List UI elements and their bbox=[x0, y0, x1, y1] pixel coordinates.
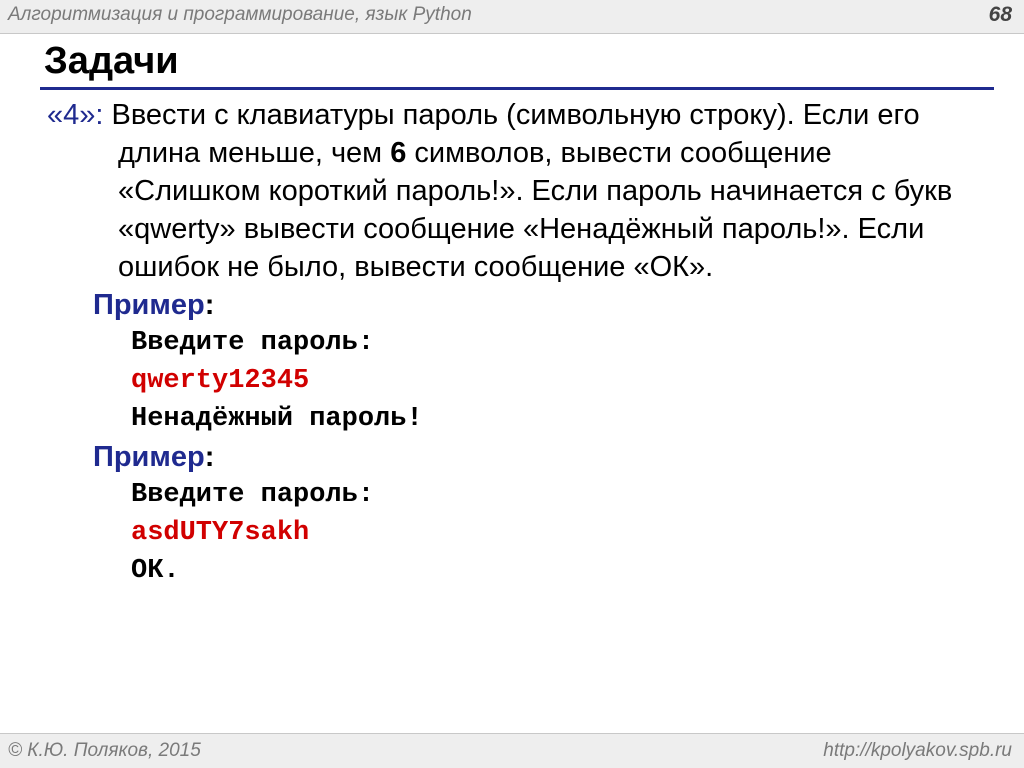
slide-content: «4»: Ввести с клавиатуры пароль (символь… bbox=[47, 96, 977, 590]
example-prompt-2: Введите пароль: bbox=[131, 480, 375, 510]
task-label: «4»: bbox=[47, 99, 104, 131]
example-heading-2: Пример: bbox=[93, 438, 977, 476]
title-divider bbox=[40, 87, 994, 90]
example-colon: : bbox=[204, 441, 215, 473]
page-title: Задачи bbox=[44, 40, 179, 82]
course-title: Алгоритмизация и программирование, язык … bbox=[8, 4, 472, 25]
task-number: 6 bbox=[390, 137, 407, 169]
header-bar: Алгоритмизация и программирование, язык … bbox=[0, 0, 1024, 34]
footer-author: © К.Ю. Поляков, 2015 bbox=[8, 740, 201, 761]
example-output-2: ОК. bbox=[131, 556, 180, 586]
footer-bar: © К.Ю. Поляков, 2015 http://kpolyakov.sp… bbox=[0, 733, 1024, 768]
footer-url[interactable]: http://kpolyakov.spb.ru bbox=[823, 740, 1012, 762]
example-input-2: asdUTY7sakh bbox=[131, 518, 310, 548]
example-input-1: qwerty12345 bbox=[131, 366, 310, 396]
slide-number: 68 bbox=[988, 3, 1012, 26]
example-output-1: Ненадёжный пароль! bbox=[131, 404, 423, 434]
example-prompt-1: Введите пароль: bbox=[131, 328, 375, 358]
slide: Алгоритмизация и программирование, язык … bbox=[0, 0, 1024, 768]
example-colon: : bbox=[204, 289, 215, 321]
task-description: «4»: Ввести с клавиатуры пароль (символь… bbox=[47, 96, 977, 286]
example-heading-1: Пример: bbox=[93, 286, 977, 324]
example-label: Пример bbox=[93, 441, 205, 473]
example-label: Пример bbox=[93, 289, 205, 321]
